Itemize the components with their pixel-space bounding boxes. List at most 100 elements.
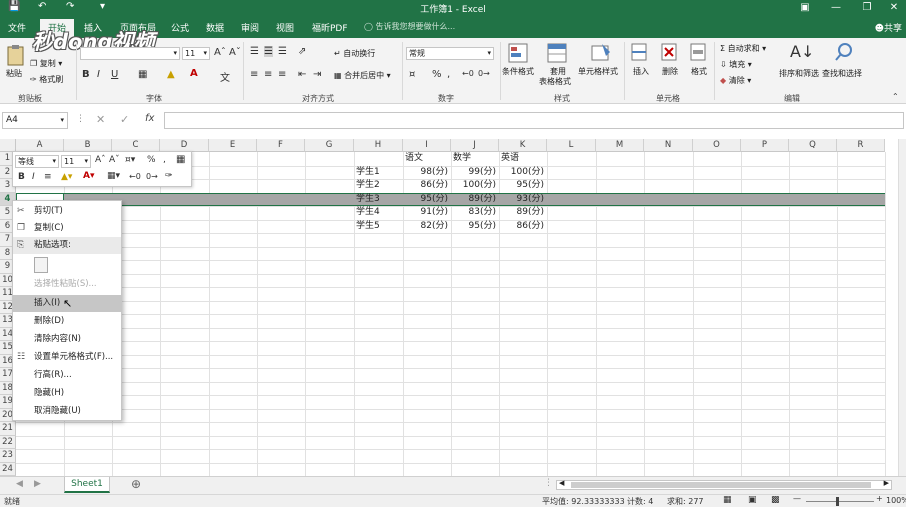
bold-icon[interactable]: B: [82, 69, 90, 80]
ribbon-display-icon[interactable]: ▣: [793, 0, 817, 16]
student-name-cell[interactable]: 学生4: [356, 206, 380, 219]
score-cell[interactable]: 99(分): [451, 166, 496, 179]
column-header-f[interactable]: F: [257, 139, 305, 152]
menu-item-11[interactable]: 取消隐藏(U): [13, 403, 121, 420]
student-name-cell[interactable]: 学生1: [356, 166, 380, 179]
align-left-icon[interactable]: ≡: [250, 69, 258, 80]
menu-item-0[interactable]: ✂ 剪切(T): [13, 203, 121, 220]
zoom-out-icon[interactable]: —: [793, 494, 801, 503]
zoom-slider[interactable]: [806, 497, 874, 506]
table-header-cell[interactable]: 数学: [453, 152, 471, 165]
column-header-g[interactable]: G: [305, 139, 354, 152]
column-header-p[interactable]: P: [741, 139, 789, 152]
score-cell[interactable]: 82(分): [403, 220, 448, 233]
italic-icon[interactable]: I: [97, 69, 100, 80]
menu-item-7[interactable]: 清除内容(N): [13, 331, 121, 348]
wrap-text-button[interactable]: ↵ 自动换行: [334, 48, 375, 59]
score-cell[interactable]: 86(分): [403, 179, 448, 192]
font-color-icon[interactable]: A: [190, 68, 198, 79]
align-bottom-icon[interactable]: ☰: [278, 46, 287, 57]
column-header-q[interactable]: Q: [789, 139, 837, 152]
orientation-icon[interactable]: ⇗: [298, 46, 306, 57]
row-header-24[interactable]: 24: [0, 462, 16, 476]
menu-item-9[interactable]: 行高(R)...: [13, 367, 121, 384]
zoom-in-icon[interactable]: +: [876, 494, 883, 503]
score-cell[interactable]: 89(分): [499, 206, 544, 219]
fill-button[interactable]: ⇩ 填充 ▾: [720, 59, 752, 70]
column-header-h[interactable]: H: [354, 139, 403, 152]
copy-button[interactable]: ❐ 复制 ▾: [30, 58, 62, 69]
score-cell[interactable]: 86(分): [499, 220, 544, 233]
collapse-ribbon-icon[interactable]: ⌃: [892, 92, 899, 101]
scroll-thumb[interactable]: [571, 482, 871, 488]
score-cell[interactable]: 95(分): [451, 220, 496, 233]
tab-review[interactable]: 审阅: [241, 21, 259, 34]
fill-color-icon[interactable]: ▲: [167, 69, 175, 80]
number-format-combo[interactable]: 常规 ▾: [406, 47, 494, 60]
comma-icon[interactable]: ,: [163, 155, 166, 165]
font-name-combo[interactable]: ▾: [80, 47, 180, 60]
worksheet-grid[interactable]: ABCDEFGHIJKLMNOPQR 1 2 3 4 5 6 7 8 9 10 11 12 13 14 15…: [0, 139, 906, 477]
row-header-21[interactable]: 21: [0, 422, 16, 436]
italic-icon[interactable]: I: [32, 172, 35, 182]
clipboard-icon[interactable]: [34, 257, 48, 273]
score-cell[interactable]: 95(分): [499, 179, 544, 192]
paste-button[interactable]: [5, 44, 27, 66]
decrease-indent-icon[interactable]: ⇤: [298, 69, 306, 80]
currency-icon[interactable]: ¤▾: [125, 155, 135, 165]
tab-foxit-pdf[interactable]: 福昕PDF: [312, 21, 348, 34]
table-header-cell[interactable]: 语文: [405, 152, 423, 165]
next-sheet-icon[interactable]: ▶: [34, 479, 41, 489]
column-header-i[interactable]: I: [403, 139, 451, 152]
tab-formulas[interactable]: 公式: [171, 21, 189, 34]
score-cell[interactable]: 100(分): [499, 166, 544, 179]
zoom-level[interactable]: 100%: [886, 496, 906, 505]
tab-file[interactable]: 文件: [8, 21, 26, 34]
score-cell[interactable]: 95(分): [403, 193, 448, 206]
column-header-r[interactable]: R: [837, 139, 885, 152]
table-header-cell[interactable]: 英语: [501, 152, 519, 165]
row-header-22[interactable]: 22: [0, 435, 16, 449]
student-name-cell[interactable]: 学生5: [356, 220, 380, 233]
add-sheet-icon[interactable]: ⊕: [131, 477, 141, 491]
clear-button[interactable]: ◆ 清除 ▾: [720, 75, 751, 86]
grow-font-icon[interactable]: Aˆ: [95, 155, 106, 165]
score-cell[interactable]: 93(分): [499, 193, 544, 206]
close-icon[interactable]: ✕: [882, 0, 906, 16]
minimize-icon[interactable]: —: [824, 0, 848, 16]
percent-icon[interactable]: %: [147, 155, 156, 165]
prev-sheet-icon[interactable]: ◀: [16, 479, 23, 489]
menu-item-1[interactable]: ❐ 复制(C): [13, 220, 121, 237]
align-right-icon[interactable]: ≡: [278, 69, 286, 80]
border-icon[interactable]: ▦: [138, 69, 147, 80]
student-name-cell[interactable]: 学生2: [356, 179, 380, 192]
phonetic-icon[interactable]: 文: [220, 69, 230, 84]
paste-options-row[interactable]: [13, 254, 121, 276]
autosum-button[interactable]: Σ 自动求和 ▾: [720, 43, 766, 54]
enter-icon[interactable]: ✓: [120, 113, 129, 126]
share-button[interactable]: ☻共享: [875, 21, 902, 34]
page-break-view-icon[interactable]: ▩: [771, 495, 780, 505]
score-cell[interactable]: 100(分): [451, 179, 496, 192]
column-header-m[interactable]: M: [596, 139, 644, 152]
row-header-23[interactable]: 23: [0, 449, 16, 463]
column-header-e[interactable]: E: [209, 139, 257, 152]
maximize-icon[interactable]: ❐: [855, 0, 879, 16]
shrink-font-icon[interactable]: Aˇ: [229, 47, 241, 58]
score-cell[interactable]: 89(分): [451, 193, 496, 206]
fill-color-icon[interactable]: ▲▾: [61, 172, 72, 182]
column-header-j[interactable]: J: [451, 139, 499, 152]
currency-icon[interactable]: ¤: [409, 69, 415, 80]
comma-icon[interactable]: ,: [447, 69, 450, 80]
name-box[interactable]: A4 ▾: [2, 112, 68, 129]
score-cell[interactable]: 98(分): [403, 166, 448, 179]
align-middle-icon[interactable]: ☰: [264, 46, 273, 57]
percent-icon[interactable]: %: [432, 69, 442, 80]
increase-decimal-icon[interactable]: ←0: [129, 172, 141, 181]
align-top-icon[interactable]: ☰: [250, 46, 259, 57]
grow-font-icon[interactable]: Aˆ: [214, 47, 226, 58]
tell-me-box[interactable]: ◯ 告诉我您想要做什么...: [364, 21, 455, 32]
increase-decimal-icon[interactable]: ←0: [462, 69, 474, 78]
align-center-icon[interactable]: ≡: [264, 69, 272, 80]
normal-view-icon[interactable]: ▦: [723, 495, 732, 505]
